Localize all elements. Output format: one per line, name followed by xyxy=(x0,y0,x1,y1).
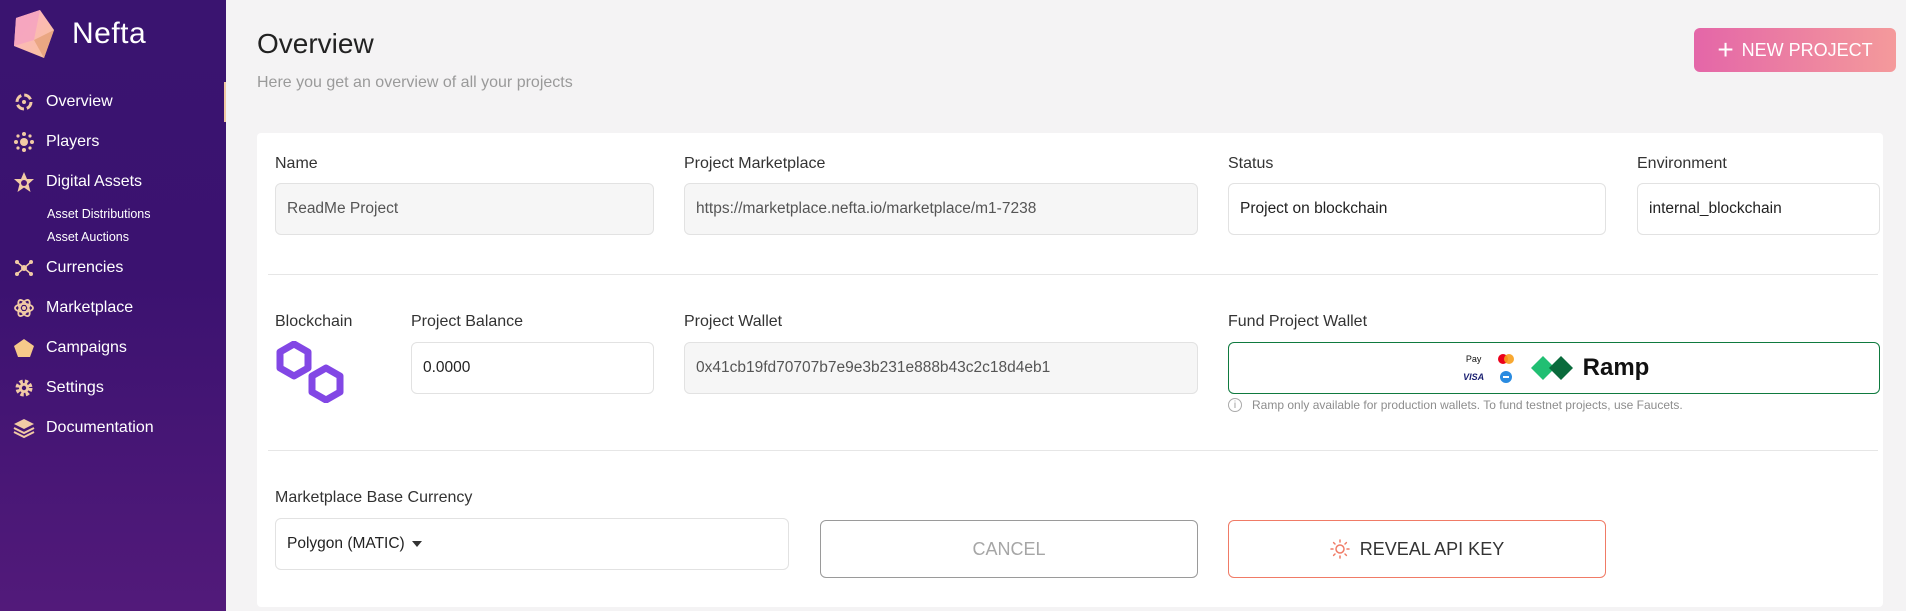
ramp-button[interactable]: Pay VISA Ramp xyxy=(1228,342,1880,394)
sidebar-item-campaigns[interactable]: Campaigns xyxy=(0,328,226,368)
sidebar-nav: Overview Players Digital Assets Asset Di… xyxy=(0,82,226,448)
currency-select[interactable]: Polygon (MATIC) xyxy=(275,518,789,570)
sidebar-item-label: Documentation xyxy=(46,419,154,436)
wallet-address-field[interactable]: 0x41cb19fd70707b7e9e3b231e888b43c2c18d4e… xyxy=(684,342,1198,394)
settings-icon xyxy=(12,376,36,400)
ramp-label: Ramp xyxy=(1582,354,1650,381)
reveal-api-key-label: REVEAL API KEY xyxy=(1359,538,1505,559)
caret-down-icon xyxy=(411,541,422,547)
marketplace-url-field[interactable]: https://marketplace.nefta.io/marketplace… xyxy=(684,183,1198,235)
sidebar-item-overview[interactable]: Overview xyxy=(0,82,226,122)
status-label: Status xyxy=(1228,155,1274,172)
marketplace-label: Project Marketplace xyxy=(684,155,826,172)
currency-value: Polygon (MATIC) xyxy=(287,535,405,552)
sidebar-item-label: Digital Assets xyxy=(46,173,143,190)
divider xyxy=(268,274,1878,275)
sidebar-item-players[interactable]: Players xyxy=(0,122,226,162)
payment-methods: Pay VISA xyxy=(1459,351,1521,385)
sidebar-item-digital-assets[interactable]: Digital Assets xyxy=(0,162,226,202)
sidebar-item-label: Campaigns xyxy=(46,339,127,356)
sidebar-item-label: Marketplace xyxy=(46,299,134,316)
sidebar-item-settings[interactable]: Settings xyxy=(0,368,226,408)
wallet-label: Project Wallet xyxy=(684,313,783,330)
apple-pay-icon: Pay xyxy=(1465,354,1482,364)
new-project-label: NEW PROJECT xyxy=(1741,39,1873,60)
cancel-button[interactable]: CANCEL xyxy=(820,520,1198,578)
name-label: Name xyxy=(275,155,318,172)
divider xyxy=(268,450,1878,451)
sidebar-item-label: Players xyxy=(46,133,100,150)
marketplace-icon xyxy=(12,296,36,320)
info-icon: i xyxy=(1228,398,1242,412)
visa-icon: VISA xyxy=(1463,372,1485,382)
new-project-button[interactable]: + NEW PROJECT xyxy=(1694,28,1896,72)
digital-assets-icon xyxy=(12,170,36,194)
ramp-note-text: Ramp only available for production walle… xyxy=(1252,398,1683,412)
balance-label: Project Balance xyxy=(411,313,524,330)
reveal-api-key-button[interactable]: REVEAL API KEY xyxy=(1228,520,1606,578)
page-title: Overview xyxy=(257,28,374,59)
environment-field[interactable]: internal_blockchain xyxy=(1637,183,1880,235)
page-subtitle: Here you get an overview of all your pro… xyxy=(257,74,573,91)
project-card: Name ReadMe Project Project Marketplace … xyxy=(257,133,1883,607)
sun-icon xyxy=(1330,539,1350,559)
fund-wallet-label: Fund Project Wallet xyxy=(1228,313,1368,330)
sidebar-item-currencies[interactable]: Currencies xyxy=(0,248,226,288)
players-icon xyxy=(12,130,36,154)
bank-transfer-icon xyxy=(1491,369,1521,385)
status-field[interactable]: Project on blockchain xyxy=(1228,183,1606,235)
polygon-logo-icon xyxy=(276,341,344,403)
ramp-note: i Ramp only available for production wal… xyxy=(1228,398,1683,412)
sidebar-item-label: Currencies xyxy=(46,259,124,276)
currency-label: Marketplace Base Currency xyxy=(275,489,473,506)
sidebar-item-label: Overview xyxy=(46,93,113,110)
sidebar-subitem-asset-distributions[interactable]: Asset Distributions xyxy=(0,202,226,225)
mastercard-icon xyxy=(1491,351,1521,367)
sidebar-item-label: Settings xyxy=(46,379,104,396)
ramp-logo-icon xyxy=(1530,356,1573,380)
name-field[interactable]: ReadMe Project xyxy=(275,183,654,235)
sidebar: Nefta Overview Players Digital Assets As… xyxy=(0,0,226,611)
nefta-logo-icon xyxy=(14,10,54,58)
sidebar-item-documentation[interactable]: Documentation xyxy=(0,408,226,448)
balance-field[interactable]: 0.0000 xyxy=(411,342,654,394)
campaigns-icon xyxy=(12,336,36,360)
environment-label: Environment xyxy=(1637,155,1727,172)
sidebar-item-marketplace[interactable]: Marketplace xyxy=(0,288,226,328)
plus-icon: + xyxy=(1717,34,1734,65)
brand[interactable]: Nefta xyxy=(10,6,146,62)
currencies-icon xyxy=(12,256,36,280)
blockchain-label: Blockchain xyxy=(275,313,353,330)
documentation-icon xyxy=(12,416,36,440)
sidebar-subitem-asset-auctions[interactable]: Asset Auctions xyxy=(0,225,226,248)
brand-name: Nefta xyxy=(72,17,147,50)
overview-icon xyxy=(12,90,36,114)
